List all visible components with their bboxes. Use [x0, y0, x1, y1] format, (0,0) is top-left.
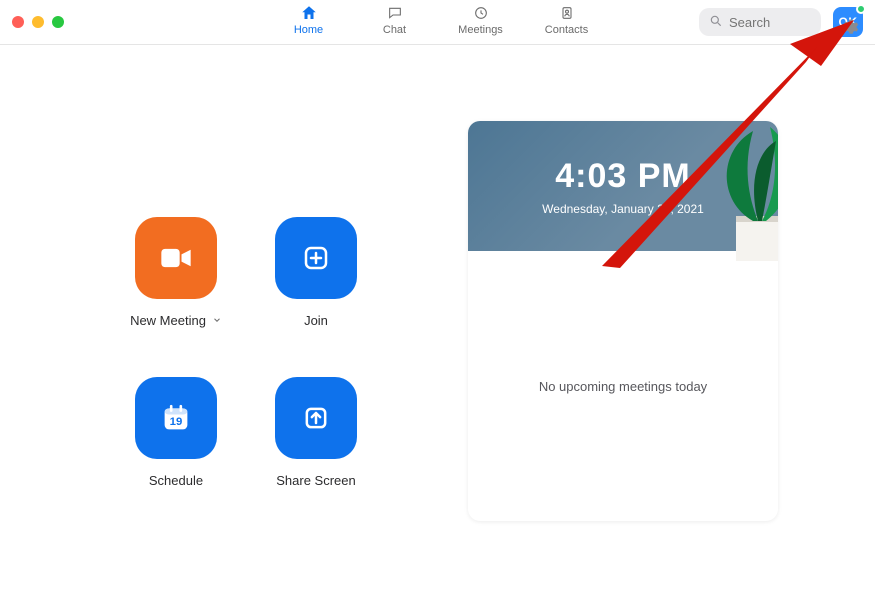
- action-label: Schedule: [149, 473, 203, 488]
- content-area: New Meeting Join: [0, 45, 875, 600]
- join-button[interactable]: Join: [246, 217, 386, 367]
- contacts-icon: [558, 4, 576, 22]
- action-label: New Meeting: [130, 313, 206, 328]
- card-hero: 4:03 PM Wednesday, January 27, 2021: [468, 121, 778, 251]
- plus-icon: [275, 217, 357, 299]
- empty-state-text: No upcoming meetings today: [539, 379, 707, 394]
- upcoming-card: 4:03 PM Wednesday, January 27, 2021 No u…: [468, 121, 778, 521]
- zoom-window-button[interactable]: [52, 16, 64, 28]
- tab-label: Home: [294, 24, 323, 36]
- tab-label: Contacts: [545, 24, 588, 36]
- chat-icon: [386, 4, 404, 22]
- calendar-day-number: 19: [170, 416, 183, 428]
- presence-indicator: [856, 4, 866, 14]
- tab-home[interactable]: Home: [285, 4, 333, 36]
- action-grid: New Meeting Join: [106, 217, 386, 527]
- home-icon: [300, 4, 318, 22]
- chevron-down-icon[interactable]: [212, 313, 222, 328]
- schedule-button[interactable]: 19 Schedule: [106, 377, 246, 527]
- share-screen-button[interactable]: Share Screen: [246, 377, 386, 527]
- search-icon: [709, 14, 723, 31]
- search-input[interactable]: [729, 15, 809, 30]
- action-label: Share Screen: [276, 473, 356, 488]
- search-box[interactable]: [699, 8, 821, 36]
- actions-pane: New Meeting Join: [0, 45, 468, 600]
- minimize-window-button[interactable]: [32, 16, 44, 28]
- calendar-icon: 19: [135, 377, 217, 459]
- tab-label: Chat: [383, 24, 406, 36]
- tab-chat[interactable]: Chat: [371, 4, 419, 36]
- plant-illustration: [658, 121, 778, 261]
- action-label: Join: [304, 313, 328, 328]
- new-meeting-button[interactable]: New Meeting: [106, 217, 246, 367]
- video-icon: [135, 217, 217, 299]
- clock-icon: [472, 4, 490, 22]
- tab-contacts[interactable]: Contacts: [543, 4, 591, 36]
- window-controls: [12, 16, 64, 28]
- dashboard-pane: 4:03 PM Wednesday, January 27, 2021 No u…: [468, 45, 875, 600]
- tab-label: Meetings: [458, 24, 503, 36]
- titlebar: Home Chat Meetings Contacts: [0, 0, 875, 45]
- upcoming-empty-state: No upcoming meetings today: [468, 251, 778, 521]
- close-window-button[interactable]: [12, 16, 24, 28]
- share-up-icon: [275, 377, 357, 459]
- main-nav: Home Chat Meetings Contacts: [285, 0, 591, 44]
- settings-button[interactable]: [841, 18, 859, 36]
- tab-meetings[interactable]: Meetings: [457, 4, 505, 36]
- titlebar-right: OK: [699, 7, 863, 37]
